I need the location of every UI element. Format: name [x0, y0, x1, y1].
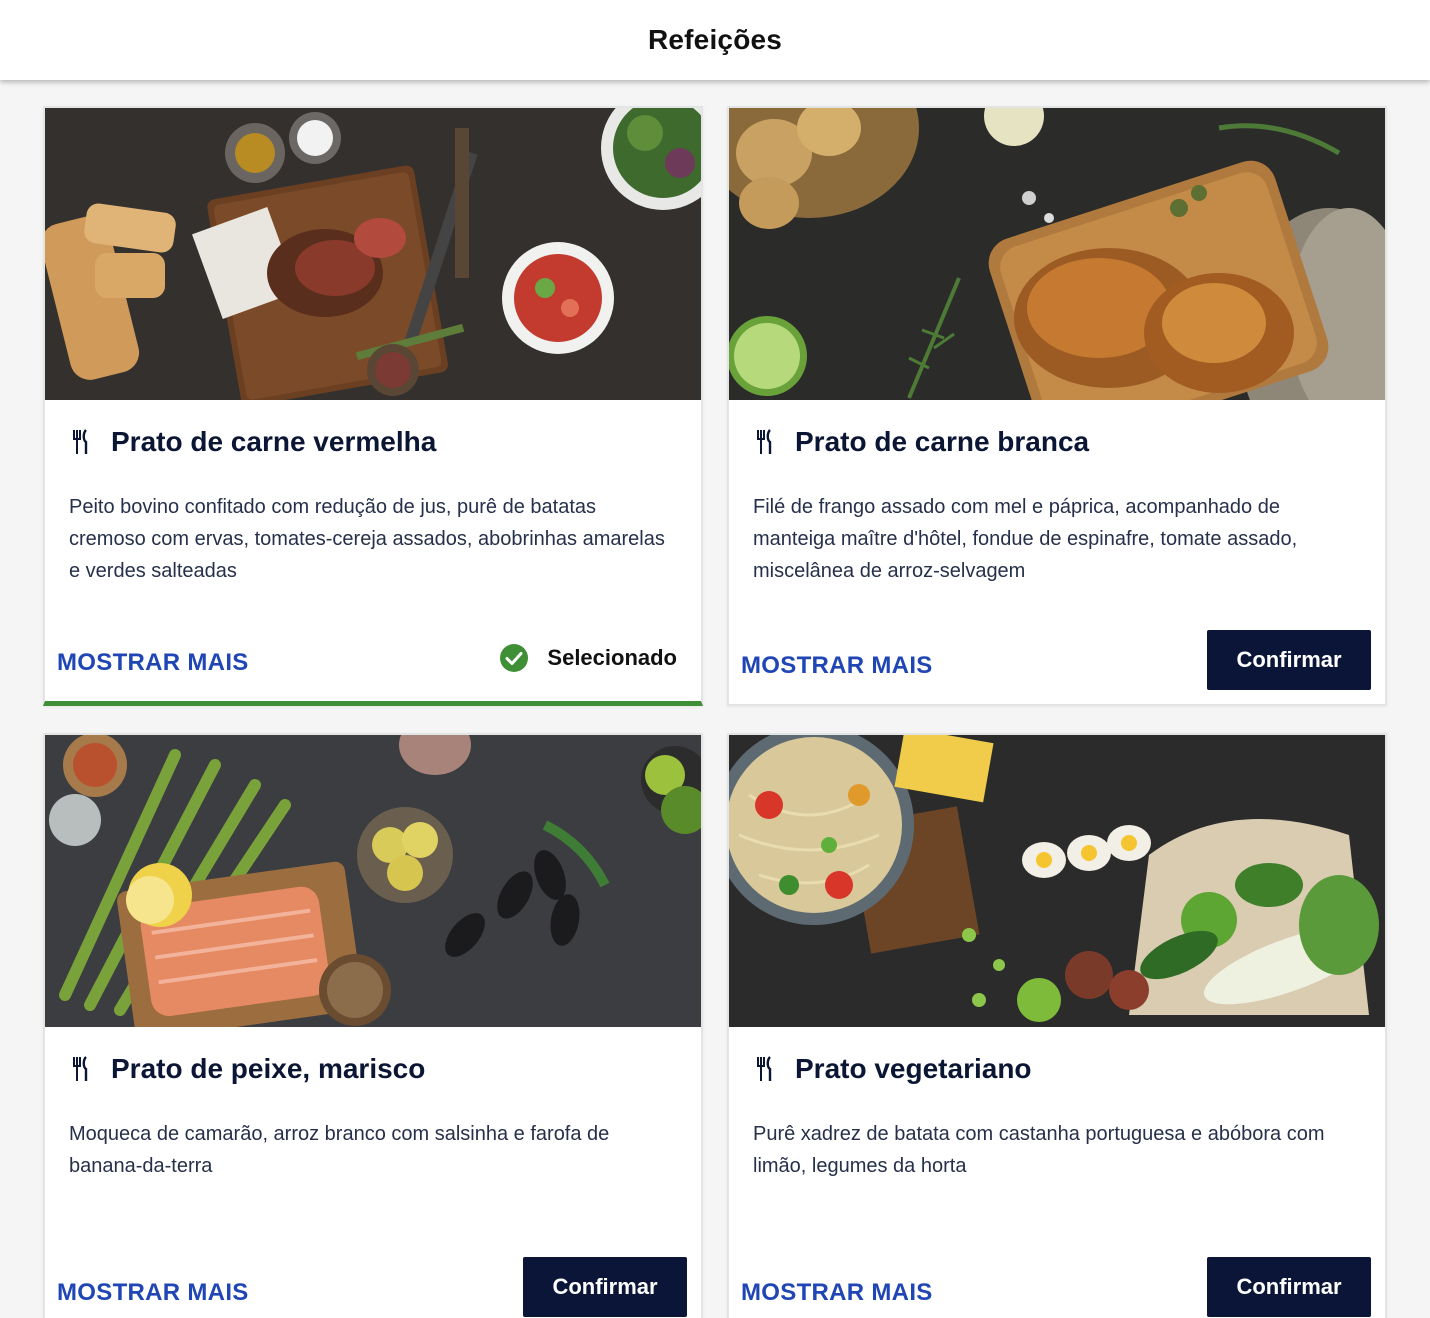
confirm-button[interactable]: Confirmar	[523, 1257, 687, 1317]
check-circle-icon	[500, 644, 529, 672]
show-more-link[interactable]: MOSTRAR MAIS	[57, 1279, 249, 1307]
meal-photo-red-meat	[45, 108, 701, 400]
meal-description: Purê xadrez de batata com castanha portu…	[753, 1123, 1325, 1177]
header-bar: Refeições	[0, 0, 1430, 80]
meal-photo-white-meat	[729, 108, 1385, 400]
confirm-button[interactable]: Confirmar	[1207, 630, 1371, 690]
meal-title: Prato de carne vermelha	[111, 426, 437, 457]
meal-description: Moqueca de camarão, arroz branco com sal…	[69, 1123, 610, 1177]
show-more-link[interactable]: MOSTRAR MAIS	[741, 1279, 933, 1307]
meal-title-row: Prato de peixe, marisco	[71, 1053, 425, 1085]
fork-knife-icon	[73, 1056, 88, 1081]
meal-card-vegetarian[interactable]: Prato vegetariano Purê xadrez de batata …	[727, 733, 1387, 1318]
meal-photo-fish-seafood	[45, 735, 701, 1027]
meal-title-row: Prato de carne branca	[755, 426, 1089, 458]
meal-title: Prato de carne branca	[795, 426, 1090, 457]
meal-title: Prato vegetariano	[795, 1053, 1032, 1084]
meal-card-white-meat[interactable]: Prato de carne branca Filé de frango ass…	[727, 106, 1387, 706]
meal-title-row: Prato de carne vermelha	[71, 426, 436, 458]
meal-description: Filé de frango assado com mel e páprica,…	[753, 496, 1298, 582]
meal-card-red-meat[interactable]: Prato de carne vermelha Peito bovino con…	[43, 106, 703, 706]
page-title: Refeições	[647, 24, 783, 55]
meal-description: Peito bovino confitado com redução de ju…	[69, 496, 665, 582]
meal-title-row: Prato vegetariano	[755, 1053, 1032, 1085]
selected-label: Selecionado	[547, 645, 677, 670]
meal-title: Prato de peixe, marisco	[111, 1053, 426, 1084]
meal-photo-vegetarian	[729, 735, 1385, 1027]
confirm-button[interactable]: Confirmar	[1207, 1257, 1371, 1317]
fork-knife-icon	[757, 1056, 772, 1081]
show-more-link[interactable]: MOSTRAR MAIS	[57, 649, 249, 677]
show-more-link[interactable]: MOSTRAR MAIS	[741, 652, 933, 680]
fork-knife-icon	[757, 429, 772, 454]
meal-card-fish-seafood[interactable]: Prato de peixe, marisco Moqueca de camar…	[43, 733, 703, 1318]
fork-knife-icon	[73, 429, 88, 454]
selected-status: Selecionado	[499, 643, 677, 673]
